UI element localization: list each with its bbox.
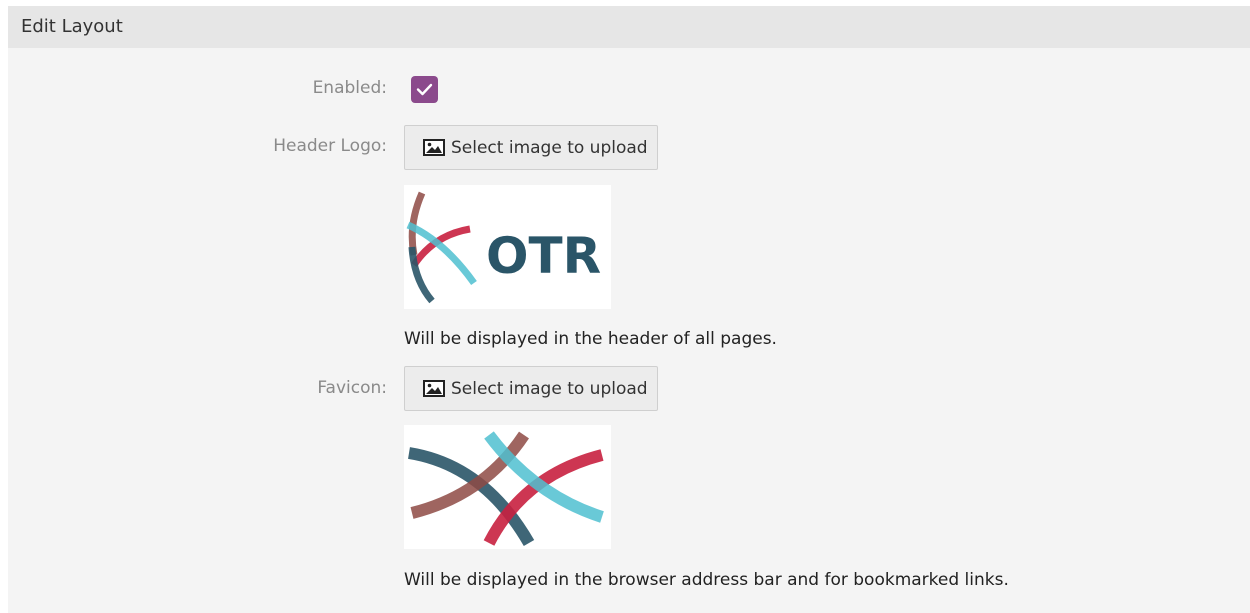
image-icon	[423, 139, 445, 156]
header-logo-label: Header Logo:	[273, 136, 387, 156]
header-logo-upload-button[interactable]: Select image to upload	[404, 125, 658, 170]
favicon-label: Favicon:	[317, 378, 387, 398]
favicon-description: Will be displayed in the browser address…	[404, 570, 1009, 590]
checkmark-icon	[416, 83, 433, 96]
favicon-upload-label: Select image to upload	[451, 378, 648, 399]
favicon-preview	[404, 425, 611, 549]
logo-text: OTR	[486, 227, 601, 285]
header-logo-preview: OTR	[404, 185, 611, 309]
image-icon	[423, 380, 445, 397]
enabled-label: Enabled:	[312, 78, 387, 98]
enabled-checkbox[interactable]	[411, 76, 438, 103]
header-logo-description: Will be displayed in the header of all p…	[404, 329, 777, 349]
panel-title: Edit Layout	[8, 6, 1250, 48]
favicon-upload-button[interactable]: Select image to upload	[404, 366, 658, 411]
edit-layout-panel: Edit Layout Enabled: Header Logo: Select…	[8, 6, 1250, 613]
header-logo-upload-label: Select image to upload	[451, 137, 648, 158]
